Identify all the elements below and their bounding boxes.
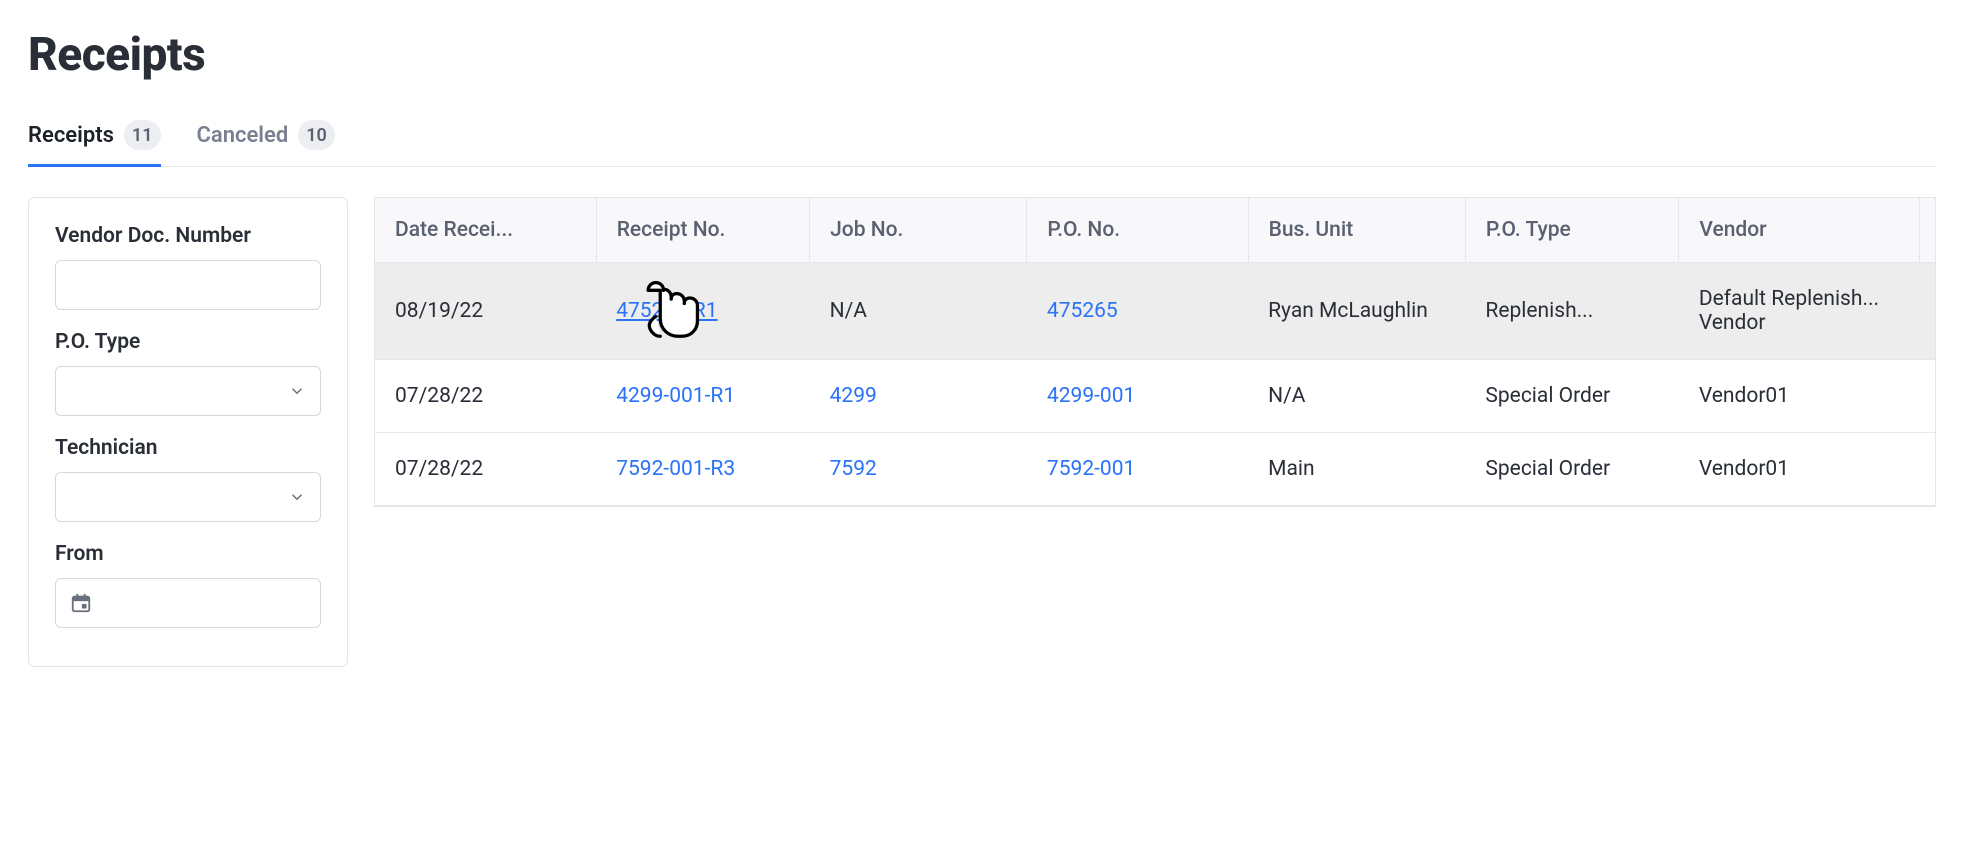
po-no-link[interactable]: 475265 <box>1047 299 1118 323</box>
cell-vendor: Vendor01 <box>1679 360 1920 433</box>
table-row[interactable]: 07/28/22 4299-001-R1 4299 4299-001 N/A S… <box>375 360 1935 433</box>
receipt-no-link[interactable]: 4299-001-R1 <box>616 384 735 408</box>
cell-po-type: Special Order <box>1465 360 1678 433</box>
receipt-no-link[interactable]: 7592-001-R3 <box>616 457 735 481</box>
page-title: Receipts <box>28 28 1936 82</box>
cell-date-received: 08/19/22 <box>375 263 596 360</box>
col-date-received[interactable]: Date Recei... <box>375 198 596 263</box>
cell-date-received: 07/28/22 <box>375 360 596 433</box>
cell-vendor: Default Replenish... Vendor <box>1679 263 1920 360</box>
tab-label: Canceled <box>197 123 289 148</box>
col-receipt-no[interactable]: Receipt No. <box>596 198 809 263</box>
po-type-select[interactable] <box>55 366 321 416</box>
filter-panel: Vendor Doc. Number P.O. Type Technician <box>28 197 348 667</box>
po-no-link[interactable]: 7592-001 <box>1047 457 1135 481</box>
calendar-icon <box>70 592 92 614</box>
cell-bus-unit: Ryan McLaughlin <box>1248 263 1465 360</box>
cell-po-type: Replenish... <box>1465 263 1678 360</box>
cell-bus-unit: Main <box>1248 433 1465 506</box>
job-no-link[interactable]: 7592 <box>830 457 877 481</box>
cell-vendor: Vendor01 <box>1679 433 1920 506</box>
table-row[interactable]: 08/19/22 475265-R1 N/A 475265 <box>375 263 1935 360</box>
col-job-no[interactable]: Job No. <box>810 198 1027 263</box>
table-row[interactable]: 07/28/22 7592-001-R3 7592 7592-001 Main … <box>375 433 1935 506</box>
cell-job-no: N/A <box>810 263 1027 360</box>
tab-canceled[interactable]: Canceled 10 <box>197 110 335 166</box>
tab-receipts[interactable]: Receipts 11 <box>28 110 161 166</box>
vendor-doc-input[interactable] <box>55 260 321 310</box>
cell-po-type: Special Order <box>1465 433 1678 506</box>
tab-label: Receipts <box>28 123 114 148</box>
from-date-input[interactable] <box>55 578 321 628</box>
filter-label-po-type: P.O. Type <box>55 330 321 354</box>
filter-label-vendor-doc: Vendor Doc. Number <box>55 224 321 248</box>
filter-label-from: From <box>55 542 321 566</box>
tab-count-badge: 11 <box>124 120 161 150</box>
chevron-down-icon <box>288 382 306 400</box>
tabs: Receipts 11 Canceled 10 <box>28 110 1936 167</box>
receipts-table: Date Recei... Receipt No. Job No. P.O. N… <box>374 197 1936 507</box>
col-bus-unit[interactable]: Bus. Unit <box>1248 198 1465 263</box>
po-no-link[interactable]: 4299-001 <box>1047 384 1135 408</box>
technician-select[interactable] <box>55 472 321 522</box>
receipt-no-link[interactable]: 475265-R1 <box>616 299 717 323</box>
col-scrollbar-gutter <box>1919 198 1935 263</box>
col-vendor[interactable]: Vendor <box>1679 198 1920 263</box>
cell-bus-unit: N/A <box>1248 360 1465 433</box>
col-po-type[interactable]: P.O. Type <box>1465 198 1678 263</box>
col-po-no[interactable]: P.O. No. <box>1027 198 1248 263</box>
chevron-down-icon <box>288 488 306 506</box>
table-header-row: Date Recei... Receipt No. Job No. P.O. N… <box>375 198 1935 263</box>
tab-count-badge: 10 <box>298 120 335 150</box>
job-no-link[interactable]: 4299 <box>830 384 877 408</box>
filter-label-technician: Technician <box>55 436 321 460</box>
cell-date-received: 07/28/22 <box>375 433 596 506</box>
